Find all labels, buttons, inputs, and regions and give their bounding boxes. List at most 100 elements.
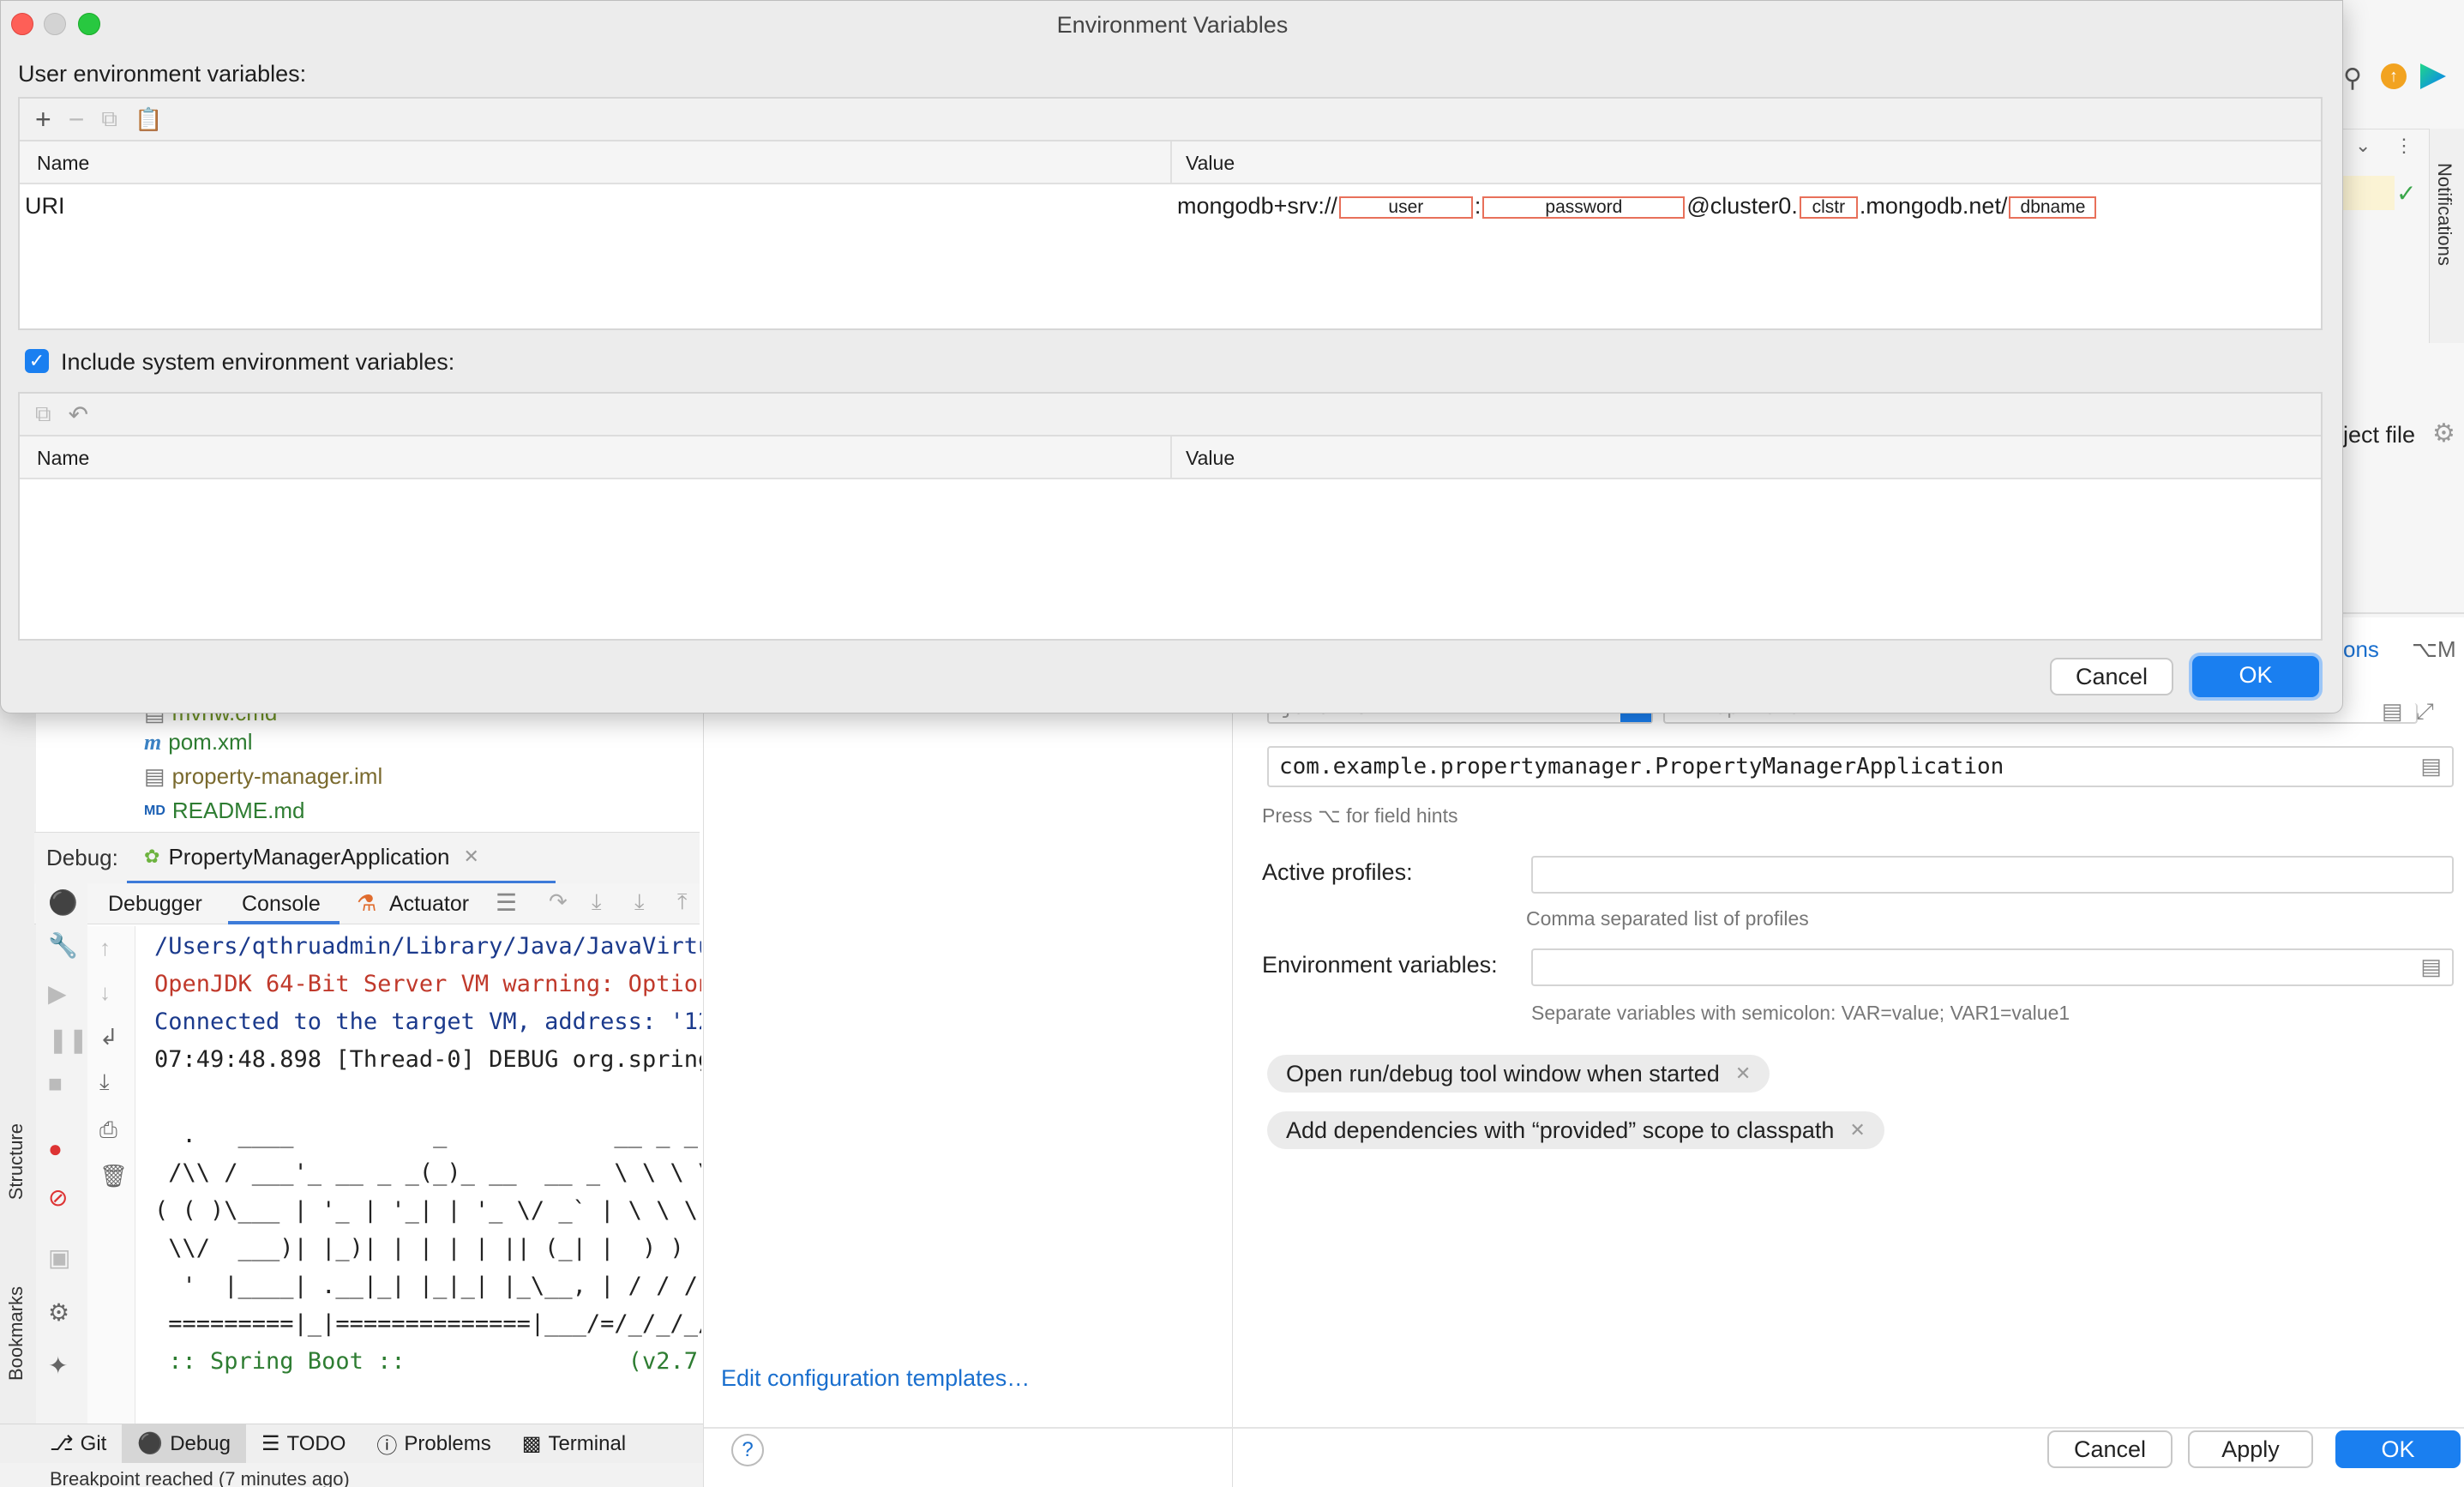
git-icon: ⎇ (50, 1432, 74, 1455)
fullscreen-icon[interactable]: ⤢ (2416, 698, 2434, 725)
browse-icon[interactable]: ▤ (2420, 954, 2442, 980)
console-gutter: ↑ ↓ ↲ ⤓ ⎙ 🗑 (87, 926, 135, 1432)
active-profiles-hint: Comma separated list of profiles (1526, 907, 1809, 930)
stop-icon[interactable]: ■ (48, 1070, 63, 1098)
divider (2343, 612, 2464, 614)
name-column-header[interactable]: Name (37, 152, 89, 175)
include-system-label: Include system environment variables: (61, 349, 455, 375)
tab-debugger[interactable]: Debugger (108, 892, 202, 917)
close-icon[interactable]: ✕ (1849, 1119, 1865, 1141)
tool-todo[interactable]: ☰ TODO (246, 1424, 361, 1464)
dialog-titlebar: Environment Variables (1, 1, 2344, 49)
tool-label: TODO (286, 1431, 346, 1455)
tree-item[interactable]: ▤ property-manager.iml (144, 763, 382, 790)
tool-problems[interactable]: ⓘ Problems (361, 1424, 506, 1464)
ok-button[interactable]: OK (2192, 656, 2319, 697)
console-line: OpenJDK 64-Bit Server VM warning: Option (154, 971, 701, 997)
include-system-checkbox[interactable]: ✓ (25, 349, 49, 373)
value-column-header[interactable]: Value (1186, 447, 1235, 470)
run-config-cancel-button[interactable]: Cancel (2047, 1430, 2173, 1468)
tree-item-label: README.md (171, 798, 305, 823)
camera-icon[interactable]: ▣ (48, 1243, 70, 1272)
tree-item[interactable]: m pom.xml (144, 729, 252, 756)
active-profiles-input[interactable] (1531, 856, 2454, 894)
remove-icon[interactable]: − (69, 104, 85, 135)
apply-button[interactable]: Apply (2188, 1430, 2313, 1468)
force-step-into-icon[interactable]: ⤓ (634, 888, 645, 916)
bug-icon[interactable]: ⚫ (48, 888, 78, 917)
cancel-button[interactable]: Cancel (2050, 658, 2173, 695)
terminal-icon: ▩ (521, 1432, 542, 1455)
debug-actions-gutter: ⚫ 🔧 ▶ ❚❚ ■ ● ⊘ ▣ ⚙ ✦ (36, 883, 88, 1432)
step-out-icon[interactable]: ⤒ (677, 888, 688, 916)
mute-breakpoints-icon[interactable]: ⊘ (48, 1183, 68, 1212)
markdown-icon: MD (144, 803, 165, 818)
help-button[interactable]: ? (731, 1434, 764, 1466)
up-arrow-icon[interactable]: ↑ (99, 935, 111, 961)
add-icon[interactable]: + (35, 104, 51, 135)
print-icon[interactable]: ⎙ (99, 1117, 117, 1144)
paste-icon[interactable]: 📋 (135, 106, 162, 133)
view-breakpoints-icon[interactable]: ● (48, 1135, 63, 1163)
menu-icon[interactable]: ☰ (496, 888, 517, 917)
status-text: Breakpoint reached (7 minutes ago) (50, 1468, 350, 1487)
gear-icon[interactable]: ⚙ (2432, 418, 2455, 449)
down-arrow-icon[interactable]: ↓ (99, 979, 111, 1006)
tool-debug[interactable]: ⚫ Debug (122, 1424, 246, 1464)
revert-icon[interactable]: ↶ (69, 400, 88, 429)
debug-session-tab[interactable]: ✿ PropertyManagerApplication ✕ (127, 833, 556, 884)
console-output[interactable]: /Users/qthruadmin/Library/Java/JavaVirtu… (135, 926, 701, 1441)
close-icon[interactable]: ✕ (464, 846, 479, 868)
close-window-button[interactable] (11, 13, 33, 35)
more-icon[interactable]: ⋮ (2395, 135, 2413, 157)
run-config-ok-button[interactable]: OK (2335, 1430, 2461, 1468)
env-var-value[interactable]: mongodb+srv://user: password @cluster0. cls… (1177, 193, 2098, 220)
pause-icon[interactable]: ❚❚ (48, 1026, 88, 1054)
trash-icon[interactable]: 🗑 (99, 1163, 128, 1189)
jetbrains-logo-icon[interactable] (2420, 63, 2446, 89)
step-into-icon[interactable]: ⤓ (592, 888, 602, 916)
option-chip[interactable]: Open run/debug tool window when started ✕ (1267, 1055, 1770, 1093)
step-over-icon[interactable]: ↷ (549, 888, 568, 915)
debug-label: Debug: (46, 845, 118, 870)
tool-git[interactable]: ⎇ Git (34, 1424, 122, 1464)
value-placeholder: user (1338, 196, 1473, 219)
user-env-table: + − ⧉ 📋 Name Value URI mongodb+srv://use… (18, 97, 2323, 330)
notifications-label[interactable]: Notifications (2433, 163, 2455, 266)
tool-label: Terminal (548, 1431, 627, 1455)
modify-options-link-tail[interactable]: ons (2343, 636, 2379, 663)
scroll-to-end-icon[interactable]: ⤓ (99, 1069, 110, 1096)
run-config-form: java 18 VM options ▤ ⤢ com.example.prope… (1233, 695, 2464, 1487)
resume-icon[interactable]: ▶ (48, 979, 67, 1008)
expand-icon[interactable]: ▤ (2382, 698, 2403, 725)
value-column-header[interactable]: Value (1186, 152, 1235, 175)
soft-wrap-icon[interactable]: ↲ (99, 1024, 118, 1051)
copy-icon[interactable]: ⧉ (101, 105, 117, 133)
chevron-down-icon[interactable]: ⌄ (2355, 135, 2371, 157)
tree-item[interactable]: MD README.md (144, 798, 304, 824)
update-icon[interactable]: ↑ (2381, 63, 2407, 89)
structure-label[interactable]: Structure (5, 1123, 27, 1200)
tool-terminal[interactable]: ▩ Terminal (507, 1424, 641, 1464)
settings-icon[interactable]: ⚙ (48, 1298, 69, 1327)
table-row[interactable]: URI mongodb+srv://user: password @cluster0… (20, 184, 2321, 227)
tab-console[interactable]: Console (242, 892, 321, 917)
copy-icon[interactable]: ⧉ (35, 400, 51, 428)
value-placeholder: clstr (1799, 196, 1858, 219)
wrench-icon[interactable]: 🔧 (48, 931, 78, 960)
tab-actuator[interactable]: Actuator (389, 892, 469, 917)
close-icon[interactable]: ✕ (1735, 1063, 1751, 1085)
bookmarks-label[interactable]: Bookmarks (5, 1286, 27, 1381)
main-class-field[interactable]: com.example.propertymanager.PropertyMana… (1267, 746, 2454, 787)
name-column-header[interactable]: Name (37, 447, 89, 470)
console-line: /Users/qthruadmin/Library/Java/JavaVirtu (154, 933, 701, 960)
env-vars-input[interactable]: ▤ (1531, 948, 2454, 986)
search-icon[interactable]: ⚲ (2343, 63, 2362, 93)
option-chip[interactable]: Add dependencies with “provided” scope t… (1267, 1111, 1884, 1149)
zoom-window-button[interactable] (78, 13, 100, 35)
edit-templates-link[interactable]: Edit configuration templates… (721, 1365, 1030, 1392)
minimize-window-button[interactable] (44, 13, 66, 35)
pin-icon[interactable]: ✦ (48, 1352, 68, 1380)
browse-icon[interactable]: ▤ (2420, 753, 2442, 780)
left-tool-strip: Structure Bookmarks (0, 703, 36, 1458)
